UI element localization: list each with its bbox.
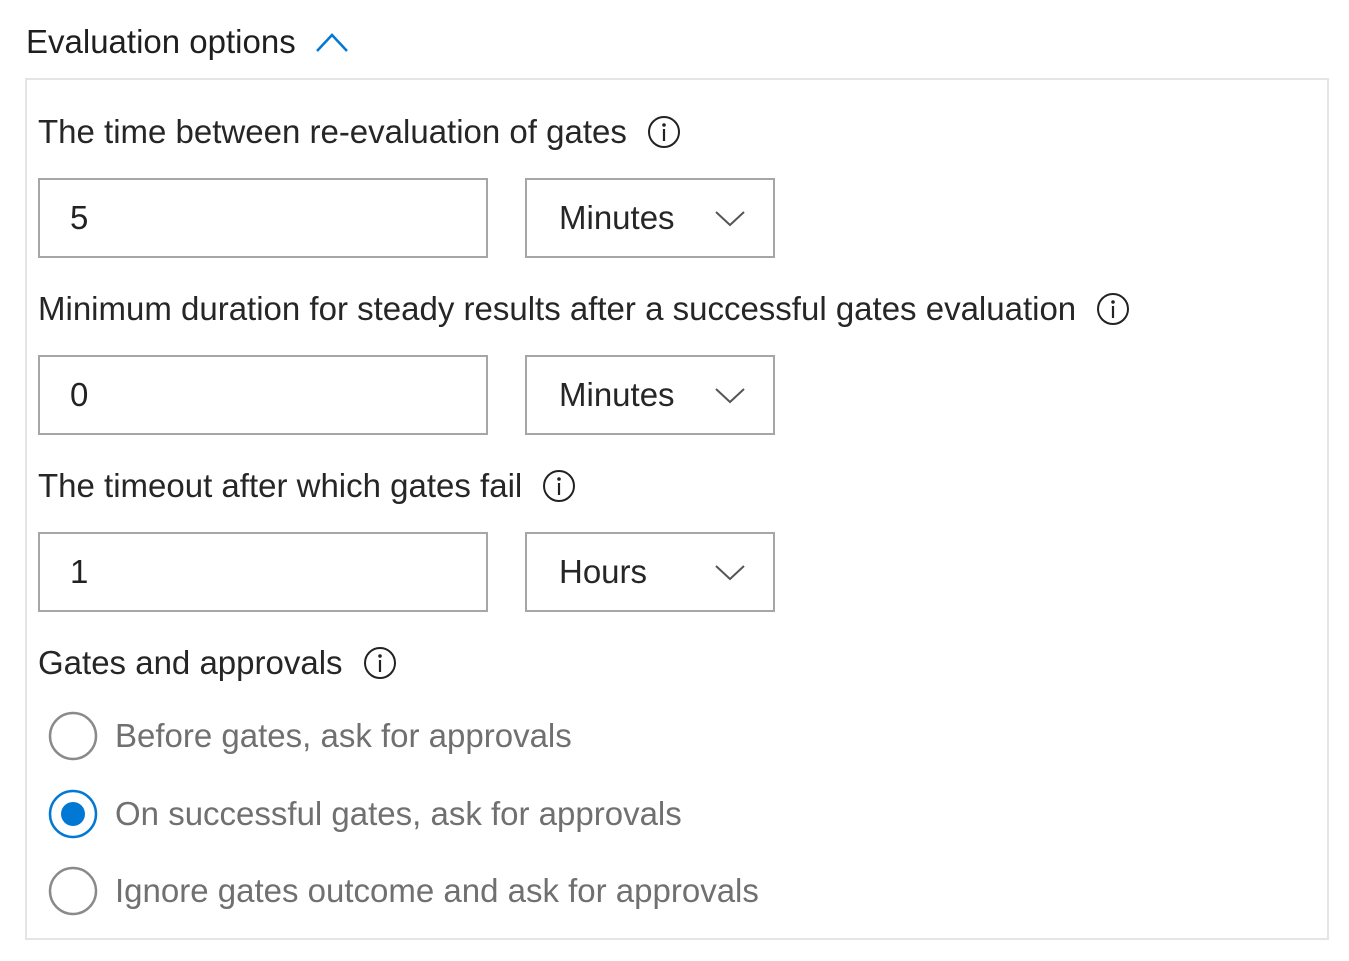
info-icon[interactable] (647, 115, 681, 149)
radio-ignore-gates[interactable]: Ignore gates outcome and ask for approva… (48, 866, 759, 916)
chevron-down-icon (714, 562, 746, 582)
evaluation-options-toggle[interactable]: Evaluation options (26, 20, 350, 64)
timeout-unit-value: Hours (559, 553, 648, 590)
gates-approvals-label: Gates and approvals (38, 641, 397, 685)
radio-on-successful-gates[interactable]: On successful gates, ask for approvals (48, 789, 682, 839)
timeout-unit-select[interactable]: Hours (525, 532, 775, 612)
steady-duration-value-input[interactable] (38, 355, 488, 435)
reevaluation-unit-select[interactable]: Minutes (525, 178, 775, 258)
section-title: Evaluation options (26, 23, 296, 60)
timeout-label: The timeout after which gates fail (38, 464, 576, 508)
radio-label: Before gates, ask for approvals (115, 717, 572, 754)
timeout-label-text: The timeout after which gates fail (38, 467, 523, 504)
chevron-down-icon (714, 208, 746, 228)
timeout-value-input[interactable] (38, 532, 488, 612)
reevaluation-label-text: The time between re-evaluation of gates (38, 113, 627, 150)
radio-label: Ignore gates outcome and ask for approva… (115, 872, 759, 909)
radio-before-gates[interactable]: Before gates, ask for approvals (48, 711, 572, 761)
steady-duration-label-text: Minimum duration for steady results afte… (38, 290, 1077, 327)
info-icon[interactable] (363, 646, 397, 680)
chevron-up-icon (314, 30, 350, 54)
reevaluation-unit-value: Minutes (559, 199, 675, 236)
radio-label: On successful gates, ask for approvals (115, 795, 682, 832)
info-icon[interactable] (1096, 292, 1130, 326)
reevaluation-value-input[interactable] (38, 178, 488, 258)
info-icon[interactable] (542, 469, 576, 503)
gates-approvals-label-text: Gates and approvals (38, 644, 343, 681)
steady-duration-label: Minimum duration for steady results afte… (38, 287, 1130, 331)
radio-unselected[interactable] (48, 866, 98, 916)
radio-selected[interactable] (48, 789, 98, 839)
steady-duration-unit-value: Minutes (559, 376, 675, 413)
chevron-down-icon (714, 385, 746, 405)
radio-unselected[interactable] (48, 711, 98, 761)
reevaluation-label: The time between re-evaluation of gates (38, 110, 681, 154)
steady-duration-unit-select[interactable]: Minutes (525, 355, 775, 435)
